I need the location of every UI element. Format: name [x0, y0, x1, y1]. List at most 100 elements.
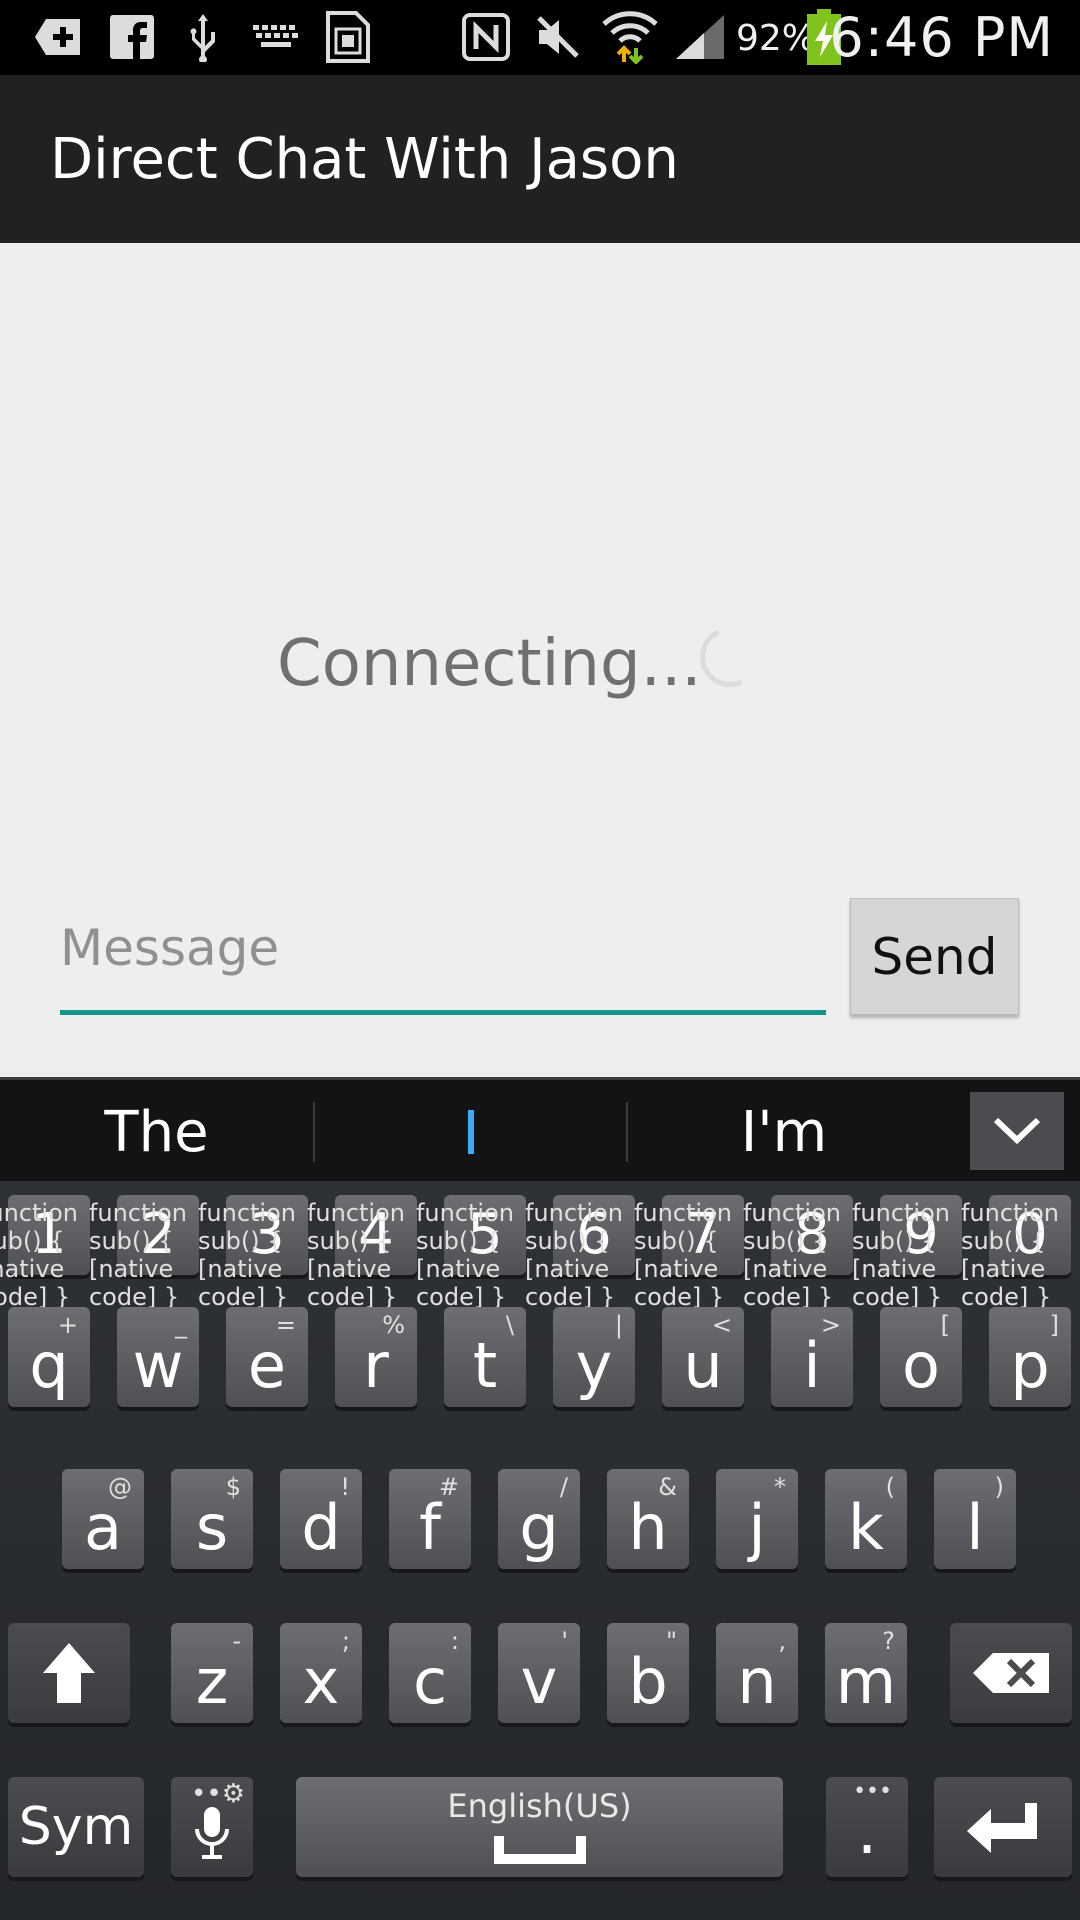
key-9[interactable]: function sub() { [native code] } 9 — [852, 1195, 962, 1311]
text-cursor — [467, 1110, 474, 1154]
key-p[interactable]: ] p — [989, 1307, 1071, 1407]
key-e[interactable]: = e — [226, 1307, 308, 1407]
suggestion-i[interactable] — [315, 1080, 626, 1184]
more-dots-icon: ••• — [853, 1779, 892, 1804]
key-s[interactable]: $ s — [171, 1469, 253, 1569]
key-2[interactable]: function sub() { [native code] } 2 — [89, 1195, 199, 1311]
key-0[interactable]: function sub() { [native code] } 0 — [961, 1195, 1071, 1311]
key-label: i — [803, 1329, 821, 1402]
key-j[interactable]: * j — [716, 1469, 798, 1569]
key-i[interactable]: > i — [771, 1307, 853, 1407]
key-alt-symbol: = — [275, 1311, 296, 1339]
key-label: d — [301, 1491, 341, 1564]
key-alt-symbol: + — [57, 1311, 78, 1339]
key-label: y — [575, 1329, 613, 1402]
key-t[interactable]: \ t — [444, 1307, 526, 1407]
add-notification-icon — [32, 10, 86, 64]
key-label: b — [628, 1645, 668, 1718]
key-h[interactable]: & h — [607, 1469, 689, 1569]
backspace-key[interactable] — [950, 1623, 1072, 1723]
key-label: x — [302, 1645, 340, 1718]
facebook-icon — [108, 10, 156, 64]
key-q[interactable]: + q — [8, 1307, 90, 1407]
key-label: v — [520, 1645, 558, 1718]
key-x[interactable]: ; x — [280, 1623, 362, 1723]
key-y[interactable]: | y — [553, 1307, 635, 1407]
key-7[interactable]: function sub() { [native code] } 7 — [634, 1195, 744, 1311]
key-alt-symbol: function sub() { [native code] } — [524, 1199, 623, 1311]
nfc-icon — [460, 10, 512, 64]
key-k[interactable]: (k — [825, 1469, 907, 1569]
battery-percent: 92% — [736, 18, 817, 59]
key-label: e — [247, 1329, 287, 1402]
action-bar: Direct Chat With Jason — [0, 75, 1080, 243]
voice-input-key[interactable]: ••⚙ — [171, 1777, 253, 1877]
key-label: u — [683, 1329, 723, 1402]
mute-icon — [534, 10, 582, 64]
key-d[interactable]: ! d — [280, 1469, 362, 1569]
key-u[interactable]: < u — [662, 1307, 744, 1407]
key-label: c — [412, 1645, 448, 1718]
suggestion-the[interactable]: The — [0, 1080, 313, 1184]
suggestion-bar: The I'm — [0, 1077, 1080, 1181]
key-8[interactable]: function sub() { [native code] } 8 — [743, 1195, 853, 1311]
sym-key[interactable]: Sym — [8, 1777, 144, 1877]
period-key-label: . — [856, 1795, 878, 1869]
key-alt-symbol: | — [614, 1311, 623, 1339]
key-label: n — [737, 1645, 777, 1718]
key-label: a — [84, 1491, 122, 1564]
key-l[interactable]: ) l — [934, 1469, 1016, 1569]
key-alt-symbol: > — [820, 1311, 841, 1339]
key-n[interactable]: ,n — [716, 1623, 798, 1723]
key-5[interactable]: function sub() { [native code] } 5 — [416, 1195, 526, 1311]
message-input[interactable] — [60, 913, 826, 983]
key-6[interactable]: function sub() { [native code] } 6 — [525, 1195, 635, 1311]
key-c[interactable]: :c — [389, 1623, 471, 1723]
key-r[interactable]: % r — [335, 1307, 417, 1407]
key-alt-symbol: function sub() { [native code] } — [960, 1199, 1059, 1311]
key-alt-symbol: ? — [882, 1627, 895, 1655]
key-alt-symbol: function sub() { [native code] } — [415, 1199, 514, 1311]
key-alt-symbol: ] — [1049, 1311, 1059, 1339]
message-input-underline — [60, 1010, 826, 1015]
key-alt-symbol: " — [665, 1627, 677, 1655]
key-3[interactable]: function sub() { [native code] } 3 — [198, 1195, 308, 1311]
key-label: p — [1010, 1329, 1050, 1402]
key-label: w — [132, 1329, 184, 1402]
signal-icon — [672, 10, 728, 64]
key-alt-symbol: ( — [885, 1473, 895, 1501]
sym-key-label: Sym — [18, 1797, 134, 1857]
key-m[interactable]: ? m — [825, 1623, 907, 1723]
key-alt-symbol: , — [778, 1627, 786, 1655]
space-key[interactable]: English(US) — [296, 1777, 783, 1877]
key-alt-symbol: function sub() { [native code] } — [851, 1199, 950, 1311]
send-button[interactable]: Send — [850, 898, 1019, 1015]
key-alt-symbol: : — [450, 1627, 459, 1655]
suggestion-im[interactable]: I'm — [628, 1080, 940, 1184]
keyboard-icon — [252, 10, 300, 64]
key-label: k — [848, 1491, 884, 1564]
key-label: s — [195, 1491, 229, 1564]
key-g[interactable]: / g — [498, 1469, 580, 1569]
enter-icon — [967, 1803, 1037, 1853]
key-v[interactable]: ' v — [498, 1623, 580, 1723]
key-alt-symbol: ! — [340, 1473, 350, 1501]
key-a[interactable]: @ a — [62, 1469, 144, 1569]
key-4[interactable]: function sub() { [native code] } 4 — [307, 1195, 417, 1311]
collapse-suggestions-button[interactable] — [970, 1092, 1064, 1170]
enter-key[interactable] — [934, 1777, 1072, 1877]
key-alt-symbol: function sub() { [native code] } — [0, 1199, 78, 1311]
key-o[interactable]: [o — [880, 1307, 962, 1407]
key-label: j — [748, 1491, 766, 1564]
key-alt-symbol: < — [711, 1311, 732, 1339]
shift-key[interactable] — [8, 1623, 130, 1723]
key-alt-symbol: _ — [175, 1311, 187, 1339]
key-1[interactable]: function sub() { [native code] }1 — [0, 1195, 90, 1311]
key-z[interactable]: -z — [171, 1623, 253, 1723]
key-alt-symbol: function sub() { [native code] } — [306, 1199, 405, 1311]
key-f[interactable]: # f — [389, 1469, 471, 1569]
clock: 6:46 PM — [829, 6, 1054, 69]
key-b[interactable]: " b — [607, 1623, 689, 1723]
key-w[interactable]: _ w — [117, 1307, 199, 1407]
period-key[interactable]: ••• . — [826, 1777, 908, 1877]
